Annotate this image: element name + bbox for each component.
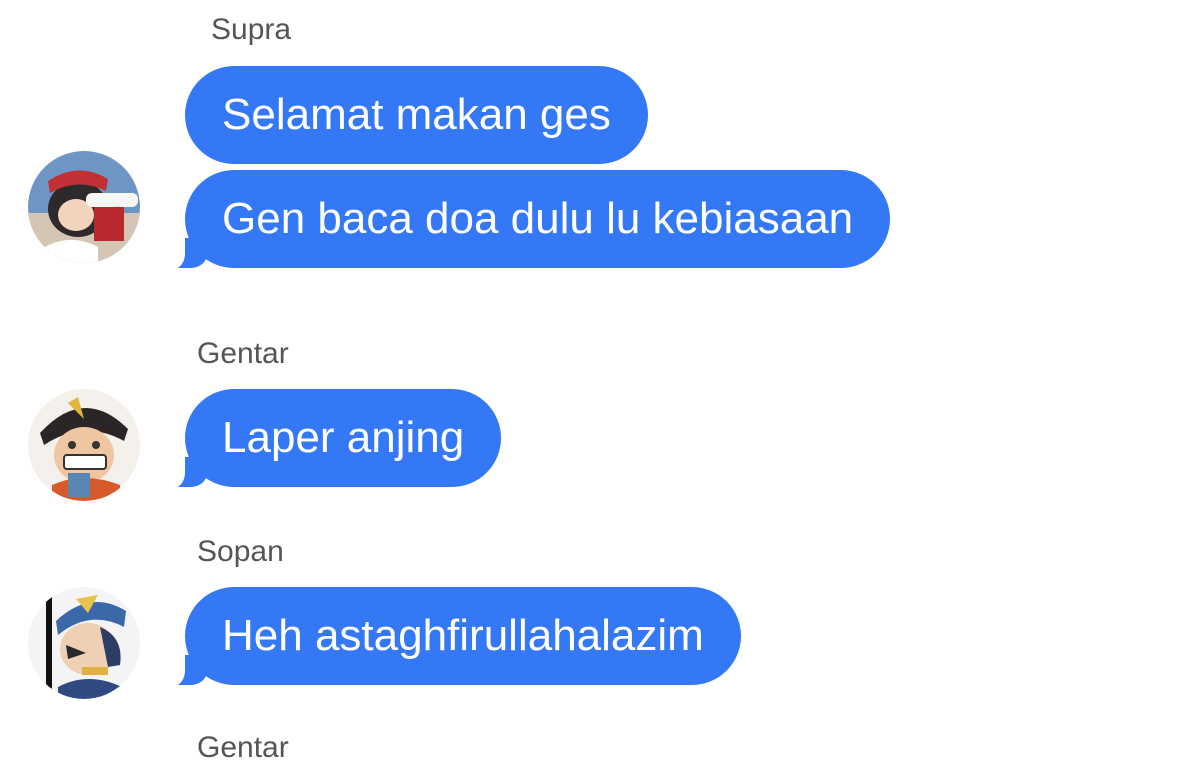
message-bubble[interactable]: Gen baca doa dulu lu kebiasaan — [156, 170, 891, 270]
message-bubble[interactable]: Laper anjing — [156, 389, 502, 489]
gentar-avatar-icon — [28, 389, 140, 501]
message-bubble[interactable]: Heh astaghfirullahalazim — [157, 587, 741, 687]
avatar[interactable] — [28, 587, 140, 699]
avatar[interactable] — [28, 389, 140, 501]
sender-name: Supra — [211, 13, 292, 46]
sender-name: Gentar — [197, 337, 289, 370]
supra-avatar-icon — [28, 151, 140, 263]
sopan-avatar-icon — [28, 587, 140, 699]
sender-name: Gentar — [197, 731, 289, 764]
message-bubble[interactable]: Selamat makan ges — [185, 66, 648, 164]
sender-name: Sopan — [197, 535, 284, 568]
avatar[interactable] — [28, 151, 140, 263]
